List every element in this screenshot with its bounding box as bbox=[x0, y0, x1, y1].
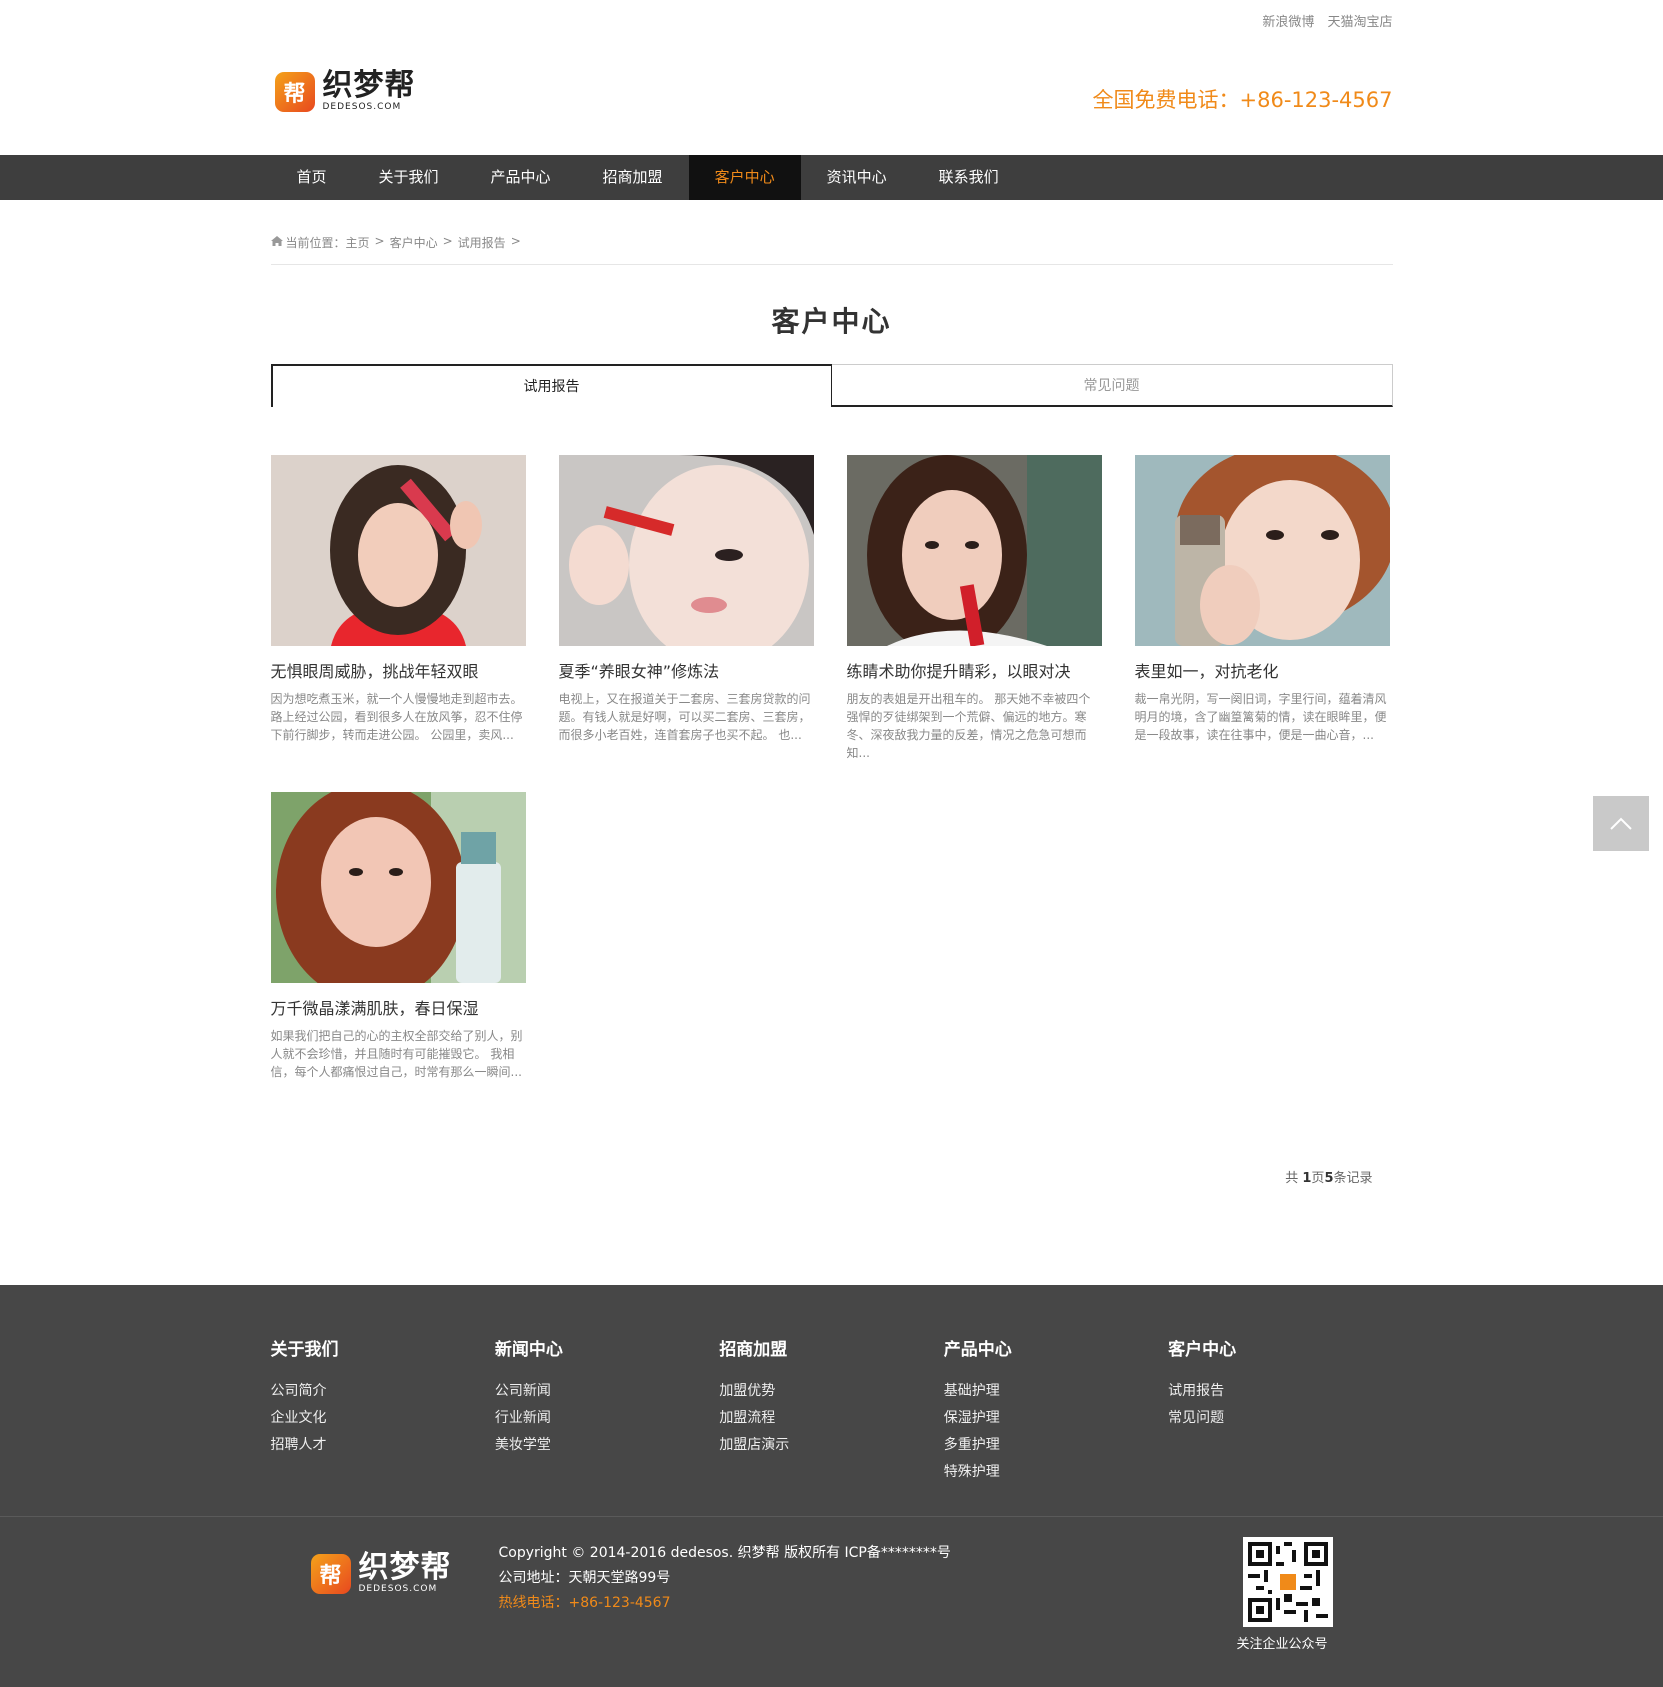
footer-link[interactable]: 公司简介 bbox=[271, 1378, 495, 1405]
breadcrumb-home[interactable]: 主页 bbox=[346, 234, 370, 251]
footer-bottom: 帮 织梦帮 DEDESOS.COM Copyright © 2014-2016 … bbox=[271, 1517, 1393, 1687]
footer-link[interactable]: 加盟流程 bbox=[719, 1405, 943, 1432]
article-card[interactable]: 表里如一，对抗老化 裁一帛光阴，写一阕旧词，字里行间，蕴着清风明月的境，含了幽篁… bbox=[1134, 455, 1390, 792]
nav-item-about[interactable]: 关于我们 bbox=[353, 155, 465, 200]
footer-col-about: 关于我们 公司简介 企业文化 招聘人才 bbox=[271, 1335, 495, 1486]
nav-item-contact[interactable]: 联系我们 bbox=[913, 155, 1025, 200]
main-nav: 首页 关于我们 产品中心 招商加盟 客户中心 资讯中心 联系我们 bbox=[0, 155, 1663, 200]
header-hotline: 全国免费电话：+86-123-4567 bbox=[1092, 88, 1393, 112]
footer-link[interactable]: 公司新闻 bbox=[495, 1378, 719, 1405]
home-icon bbox=[270, 236, 283, 246]
article-summary: 电视上，又在报道关于二套房、三套房贷款的问题。有钱人就是好啊，可以买二套房、三套… bbox=[558, 692, 811, 742]
nav-item-customer[interactable]: 客户中心 bbox=[688, 155, 801, 200]
article-card[interactable]: 无惧眼周威胁，挑战年轻双眼 因为想吃煮玉米，就一个人慢慢地走到超市去。路上经过公… bbox=[270, 455, 526, 792]
article-summary: 因为想吃煮玉米，就一个人慢慢地走到超市去。路上经过公园，看到很多人在放风筝，忍不… bbox=[270, 692, 523, 742]
logo-mark: 帮 bbox=[274, 71, 315, 112]
main-content: 当前位置： 主页 > 客户中心 > 试用报告 > 客户中心 试用报告 常见问题 … bbox=[270, 200, 1393, 1186]
footer-link[interactable]: 多重护理 bbox=[944, 1432, 1168, 1459]
article-summary: 如果我们把自己的心的主权全部交给了别人，别人就不会珍惜，并且随时有可能摧毁它。 … bbox=[270, 1029, 523, 1079]
article-thumbnail[interactable] bbox=[558, 455, 814, 646]
article-title[interactable]: 夏季“养眼女神”修炼法 bbox=[559, 658, 814, 682]
nav-item-products[interactable]: 产品中心 bbox=[465, 155, 577, 200]
article-thumbnail[interactable] bbox=[846, 455, 1102, 646]
weibo-link[interactable]: 新浪微博 bbox=[1262, 15, 1314, 30]
footer-link[interactable]: 美妆学堂 bbox=[495, 1432, 719, 1459]
article-title[interactable]: 练睛术助你提升睛彩，以眼对决 bbox=[847, 658, 1102, 682]
article-thumbnail[interactable] bbox=[270, 792, 526, 983]
footer-logo[interactable]: 帮 织梦帮 DEDESOS.COM bbox=[310, 1550, 452, 1594]
breadcrumb-prefix: 当前位置： bbox=[285, 236, 346, 250]
footer-link[interactable]: 保湿护理 bbox=[944, 1405, 1168, 1432]
footer-col-news: 新闻中心 公司新闻 行业新闻 美妆学堂 bbox=[495, 1335, 719, 1486]
breadcrumb: 当前位置： 主页 > 客户中心 > 试用报告 > bbox=[270, 200, 1393, 265]
top-links: 新浪微博 天猫淘宝店 bbox=[1253, 11, 1392, 30]
nav-item-franchise[interactable]: 招商加盟 bbox=[577, 155, 689, 200]
footer-link[interactable]: 特殊护理 bbox=[944, 1459, 1168, 1486]
footer-link[interactable]: 加盟优势 bbox=[719, 1378, 943, 1405]
article-grid: 无惧眼周威胁，挑战年轻双眼 因为想吃煮玉米，就一个人慢慢地走到超市去。路上经过公… bbox=[270, 455, 1393, 1129]
qr-label: 关注企业公众号 bbox=[1236, 1637, 1328, 1652]
tab-trial-report[interactable]: 试用报告 bbox=[270, 364, 832, 407]
footer-col-title[interactable]: 关于我们 bbox=[271, 1335, 495, 1360]
company-address: 公司地址：天朝天堂路99号 bbox=[498, 1570, 671, 1586]
nav-item-news[interactable]: 资讯中心 bbox=[801, 155, 913, 200]
category-tabs: 试用报告 常见问题 bbox=[270, 364, 1393, 407]
pagination-info: 共 1页5条记录 bbox=[1285, 1171, 1373, 1186]
logo-mark: 帮 bbox=[310, 1553, 351, 1594]
logo-text: 织梦帮 bbox=[322, 68, 416, 103]
article-thumbnail[interactable] bbox=[1134, 455, 1390, 646]
article-card[interactable]: 万千微晶漾满肌肤，春日保湿 如果我们把自己的心的主权全部交给了别人，别人就不会珍… bbox=[270, 792, 526, 1129]
article-card[interactable]: 练睛术助你提升睛彩，以眼对决 朋友的表姐是开出租车的。 那天她不幸被四个强悍的歹… bbox=[846, 455, 1102, 792]
footer-col-title[interactable]: 招商加盟 bbox=[719, 1335, 943, 1360]
footer-link[interactable]: 基础护理 bbox=[944, 1378, 1168, 1405]
article-title[interactable]: 无惧眼周威胁，挑战年轻双眼 bbox=[271, 658, 526, 682]
copyright: Copyright © 2014-2016 dedesos. 织梦帮 版权所有 … bbox=[498, 1545, 951, 1561]
footer-link[interactable]: 企业文化 bbox=[271, 1405, 495, 1432]
back-to-top-button[interactable] bbox=[1593, 796, 1649, 851]
footer-col-title[interactable]: 新闻中心 bbox=[495, 1335, 719, 1360]
header: 帮 织梦帮 DEDESOS.COM 全国免费电话：+86-123-4567 bbox=[271, 38, 1393, 155]
article-thumbnail[interactable] bbox=[270, 455, 526, 646]
logo-subtext: DEDESOS.COM bbox=[358, 1584, 438, 1594]
footer-hotline: 热线电话：+86-123-4567 bbox=[498, 1595, 671, 1611]
footer-col-title[interactable]: 产品中心 bbox=[944, 1335, 1168, 1360]
logo-text: 织梦帮 bbox=[358, 1550, 452, 1585]
footer-col-products: 产品中心 基础护理 保湿护理 多重护理 特殊护理 bbox=[944, 1335, 1168, 1486]
footer-columns: 关于我们 公司简介 企业文化 招聘人才 新闻中心 公司新闻 行业新闻 美妆学堂 bbox=[271, 1285, 1393, 1486]
breadcrumb-trial[interactable]: 试用报告 bbox=[458, 234, 506, 251]
footer-info: Copyright © 2014-2016 dedesos. 织梦帮 版权所有 … bbox=[499, 1541, 951, 1616]
nav-item-home[interactable]: 首页 bbox=[271, 155, 353, 200]
footer: 关于我们 公司简介 企业文化 招聘人才 新闻中心 公司新闻 行业新闻 美妆学堂 bbox=[0, 1285, 1663, 1687]
article-summary: 裁一帛光阴，写一阕旧词，字里行间，蕴着清风明月的境，含了幽篁篱菊的情，读在眼眸里… bbox=[1134, 692, 1387, 742]
page-title: 客户中心 bbox=[771, 305, 892, 338]
footer-link[interactable]: 招聘人才 bbox=[271, 1432, 495, 1459]
footer-link[interactable]: 加盟店演示 bbox=[719, 1432, 943, 1459]
chevron-up-icon bbox=[1610, 817, 1632, 830]
article-title[interactable]: 万千微晶漾满肌肤，春日保湿 bbox=[271, 995, 526, 1019]
footer-col-franchise: 招商加盟 加盟优势 加盟流程 加盟店演示 bbox=[719, 1335, 943, 1486]
site-logo[interactable]: 帮 织梦帮 DEDESOS.COM bbox=[274, 68, 416, 112]
article-title[interactable]: 表里如一，对抗老化 bbox=[1135, 658, 1390, 682]
footer-link[interactable]: 行业新闻 bbox=[495, 1405, 719, 1432]
tab-faq[interactable]: 常见问题 bbox=[831, 364, 1393, 407]
footer-col-customer: 客户中心 试用报告 常见问题 bbox=[1168, 1335, 1392, 1486]
qr-code-icon bbox=[1242, 1537, 1333, 1627]
footer-col-title[interactable]: 客户中心 bbox=[1168, 1335, 1392, 1360]
logo-subtext: DEDESOS.COM bbox=[322, 102, 402, 112]
tmall-link[interactable]: 天猫淘宝店 bbox=[1327, 15, 1392, 30]
article-card[interactable]: 夏季“养眼女神”修炼法 电视上，又在报道关于二套房、三套房贷款的问题。有钱人就是… bbox=[558, 455, 814, 792]
footer-link[interactable]: 试用报告 bbox=[1168, 1378, 1392, 1405]
footer-link[interactable]: 常见问题 bbox=[1168, 1405, 1392, 1432]
top-links-bar: 新浪微博 天猫淘宝店 bbox=[271, 0, 1392, 38]
article-summary: 朋友的表姐是开出租车的。 那天她不幸被四个强悍的歹徒绑架到一个荒僻、偏远的地方。… bbox=[846, 692, 1091, 760]
breadcrumb-customer[interactable]: 客户中心 bbox=[390, 234, 438, 251]
